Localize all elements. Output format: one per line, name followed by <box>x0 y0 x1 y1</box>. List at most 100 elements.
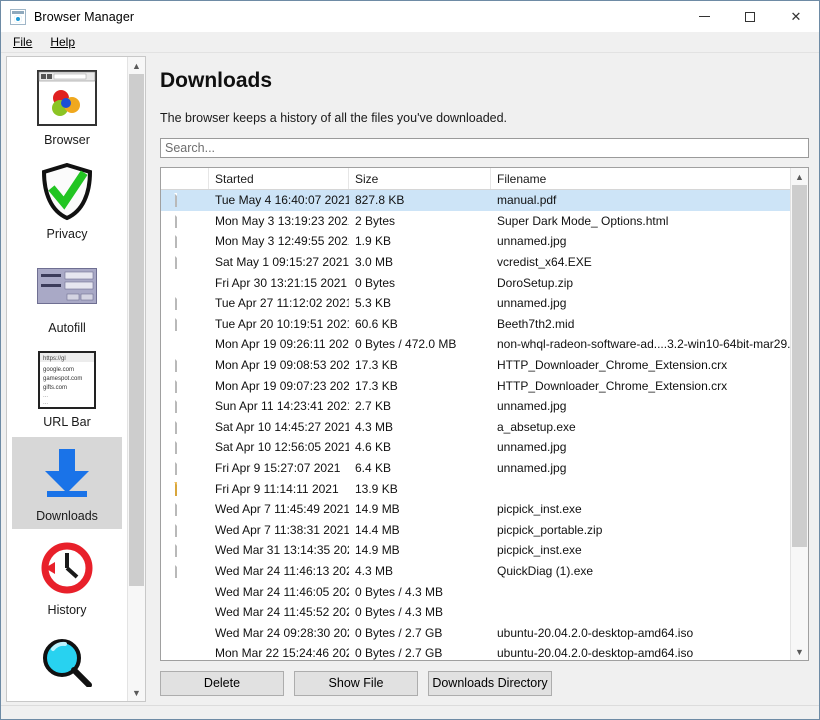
table-row[interactable]: Sat Apr 10 14:45:27 2021 4.3 MB a_absetup.… <box>161 417 790 438</box>
downloads-scrollbar[interactable]: ▲ ▼ <box>790 168 808 660</box>
row-size: 4.3 MB <box>355 419 394 434</box>
table-row[interactable]: Mon Apr 19 09:07:23 2021 17.3 KB HTTP_Down… <box>161 375 790 396</box>
svg-text:gamespot.com: gamespot.com <box>43 376 82 382</box>
column-header-icon[interactable] <box>161 168 209 189</box>
table-row[interactable]: Mon Apr 19 09:08:53 2021 17.3 KB HTTP_Down… <box>161 355 790 376</box>
maximize-button[interactable] <box>727 1 773 32</box>
magnifier-icon <box>35 631 99 693</box>
sidebar-scroll-down-button[interactable]: ▼ <box>128 684 145 701</box>
table-row[interactable]: Tue Apr 20 10:19:51 2021 60.6 KB Beeth7th2… <box>161 314 790 335</box>
sidebar: Browser Privacy Autofill https://gl goog… <box>6 56 146 702</box>
table-row[interactable]: Wed Mar 24 11:46:13 2021 4.3 MB QuickDiag … <box>161 561 790 582</box>
column-header-started[interactable]: Started <box>209 168 349 189</box>
table-row[interactable]: Sun Apr 11 14:23:41 2021 2.7 KB unnamed.jp… <box>161 396 790 417</box>
menu-file-label: File <box>13 35 33 49</box>
row-started: Mon Mar 22 15:24:46 2021 <box>215 646 349 660</box>
table-row[interactable]: Fri Apr 30 13:21:15 2021 0 Bytes DoroSetup… <box>161 272 790 293</box>
row-size: 0 Bytes / 2.7 GB <box>355 625 443 640</box>
row-filename: unnamed.jpg <box>497 234 567 249</box>
row-filename: QuickDiag (1).exe <box>497 563 594 578</box>
sidebar-item-url-bar[interactable]: https://gl google.com gamespot.com gifts… <box>12 343 122 435</box>
table-row[interactable]: Wed Mar 31 13:14:35 2021 14.9 MB picpick_i… <box>161 540 790 561</box>
downloads-scroll-track[interactable] <box>791 185 808 643</box>
row-file-icon-cell <box>161 419 209 434</box>
sidebar-item-url-bar-label: URL Bar <box>43 415 91 429</box>
svg-text:...: ... <box>43 400 48 406</box>
sidebar-scroll-up-button[interactable]: ▲ <box>128 57 145 74</box>
file-icon <box>175 378 177 393</box>
row-started: Sun Apr 11 14:23:41 2021 <box>215 399 349 414</box>
row-file-icon-cell <box>161 646 209 660</box>
menu-help[interactable]: Help <box>46 34 83 50</box>
minimize-icon <box>698 16 710 17</box>
main-panel: Downloads The browser keeps a history of… <box>146 53 819 705</box>
search-input[interactable] <box>160 138 809 158</box>
menu-help-label: Help <box>50 35 76 49</box>
window-controls: ✕ <box>681 1 819 32</box>
title-bar: Browser Manager ✕ <box>1 1 819 32</box>
table-row[interactable]: Wed Apr 7 11:45:49 2021 14.9 MB picpick_in… <box>161 499 790 520</box>
table-row[interactable]: Mon May 3 13:19:23 2021 2 Bytes Super Dark… <box>161 211 790 232</box>
row-size: 17.3 KB <box>355 358 398 373</box>
row-file-icon-cell <box>161 440 209 455</box>
sidebar-item-privacy[interactable]: Privacy <box>12 155 122 247</box>
row-size: 14.9 MB <box>355 543 400 558</box>
row-started: Wed Mar 24 11:46:05 2021 <box>215 584 349 599</box>
table-row[interactable]: Tue May 4 16:40:07 2021 827.8 KB manual.pd… <box>161 190 790 211</box>
sidebar-item-search[interactable] <box>12 625 122 701</box>
sidebar-item-autofill[interactable]: Autofill <box>12 249 122 341</box>
row-file-icon-cell <box>161 502 209 517</box>
sidebar-item-history[interactable]: History <box>12 531 122 623</box>
table-row[interactable]: Mon May 3 12:49:55 2021 1.9 KB unnamed.jpg <box>161 231 790 252</box>
sidebar-item-browser[interactable]: Browser <box>12 61 122 153</box>
menu-file[interactable]: File <box>9 34 40 50</box>
downloads-scroll-up-button[interactable]: ▲ <box>791 168 808 185</box>
table-row[interactable]: Wed Mar 24 11:46:05 2021 0 Bytes / 4.3 MB <box>161 581 790 602</box>
sidebar-scroll-track[interactable] <box>128 74 145 684</box>
row-filename: unnamed.jpg <box>497 399 567 414</box>
row-size: 13.9 KB <box>355 481 398 496</box>
sidebar-scroll-thumb[interactable] <box>129 74 144 587</box>
maximize-icon <box>745 11 755 22</box>
row-size: 827.8 KB <box>355 193 405 208</box>
downloads-directory-button[interactable]: Downloads Directory <box>428 670 552 696</box>
downloads-scroll-down-button[interactable]: ▼ <box>791 643 808 660</box>
row-file-icon-cell <box>161 522 209 537</box>
table-row[interactable]: Tue Apr 27 11:12:02 2021 5.3 KB unnamed.jp… <box>161 293 790 314</box>
sidebar-scrollbar[interactable]: ▲ ▼ <box>127 57 145 701</box>
row-started: Mon Apr 19 09:26:11 2021 <box>215 337 349 352</box>
table-row[interactable]: Mon Mar 22 15:24:46 2021 0 Bytes / 2.7 GB… <box>161 643 790 660</box>
table-row[interactable]: Wed Mar 24 11:45:52 2021 0 Bytes / 4.3 MB <box>161 602 790 623</box>
column-header-size[interactable]: Size <box>349 168 491 189</box>
table-row[interactable]: Fri Apr 9 15:27:07 2021 6.4 KB unnamed.jpg <box>161 458 790 479</box>
row-file-icon-cell <box>161 193 209 208</box>
column-header-filename[interactable]: Filename <box>491 168 790 189</box>
table-row[interactable]: Sat Apr 10 12:56:05 2021 4.6 KB unnamed.jp… <box>161 437 790 458</box>
row-file-icon-cell <box>161 358 209 373</box>
minimize-button[interactable] <box>681 1 727 32</box>
downloads-scroll-thumb[interactable] <box>792 185 807 547</box>
table-row[interactable]: Wed Apr 7 11:38:31 2021 14.4 MB picpick_po… <box>161 520 790 541</box>
row-size: 2 Bytes <box>355 213 396 228</box>
row-filename: Beeth7th2.mid <box>497 316 575 331</box>
row-file-icon-cell <box>161 296 209 311</box>
table-row[interactable]: Wed Mar 24 09:28:30 2021 0 Bytes / 2.7 GB… <box>161 622 790 643</box>
row-file-icon-cell <box>161 605 209 619</box>
table-row[interactable]: Sat May 1 09:15:27 2021 3.0 MB vcredist_x6… <box>161 252 790 273</box>
shield-check-icon <box>35 161 99 223</box>
file-icon <box>175 255 177 270</box>
file-icon <box>175 481 177 496</box>
row-size: 60.6 KB <box>355 316 398 331</box>
delete-button[interactable]: Delete <box>160 670 284 696</box>
row-file-icon-cell <box>161 234 209 249</box>
row-size: 6.4 KB <box>355 461 392 476</box>
sidebar-item-list: Browser Privacy Autofill https://gl goog… <box>7 57 127 701</box>
row-filename: unnamed.jpg <box>497 296 567 311</box>
table-row[interactable]: Mon Apr 19 09:26:11 2021 0 Bytes / 472.0 … <box>161 334 790 355</box>
row-size: 17.3 KB <box>355 378 398 393</box>
sidebar-item-downloads[interactable]: Downloads <box>12 437 122 529</box>
downloads-list-inner: Started Size Filename Tue May 4 16:40:07… <box>161 168 808 660</box>
table-row[interactable]: Fri Apr 9 11:14:11 2021 13.9 KB <box>161 478 790 499</box>
close-button[interactable]: ✕ <box>773 1 819 32</box>
show-file-button[interactable]: Show File <box>294 670 418 696</box>
